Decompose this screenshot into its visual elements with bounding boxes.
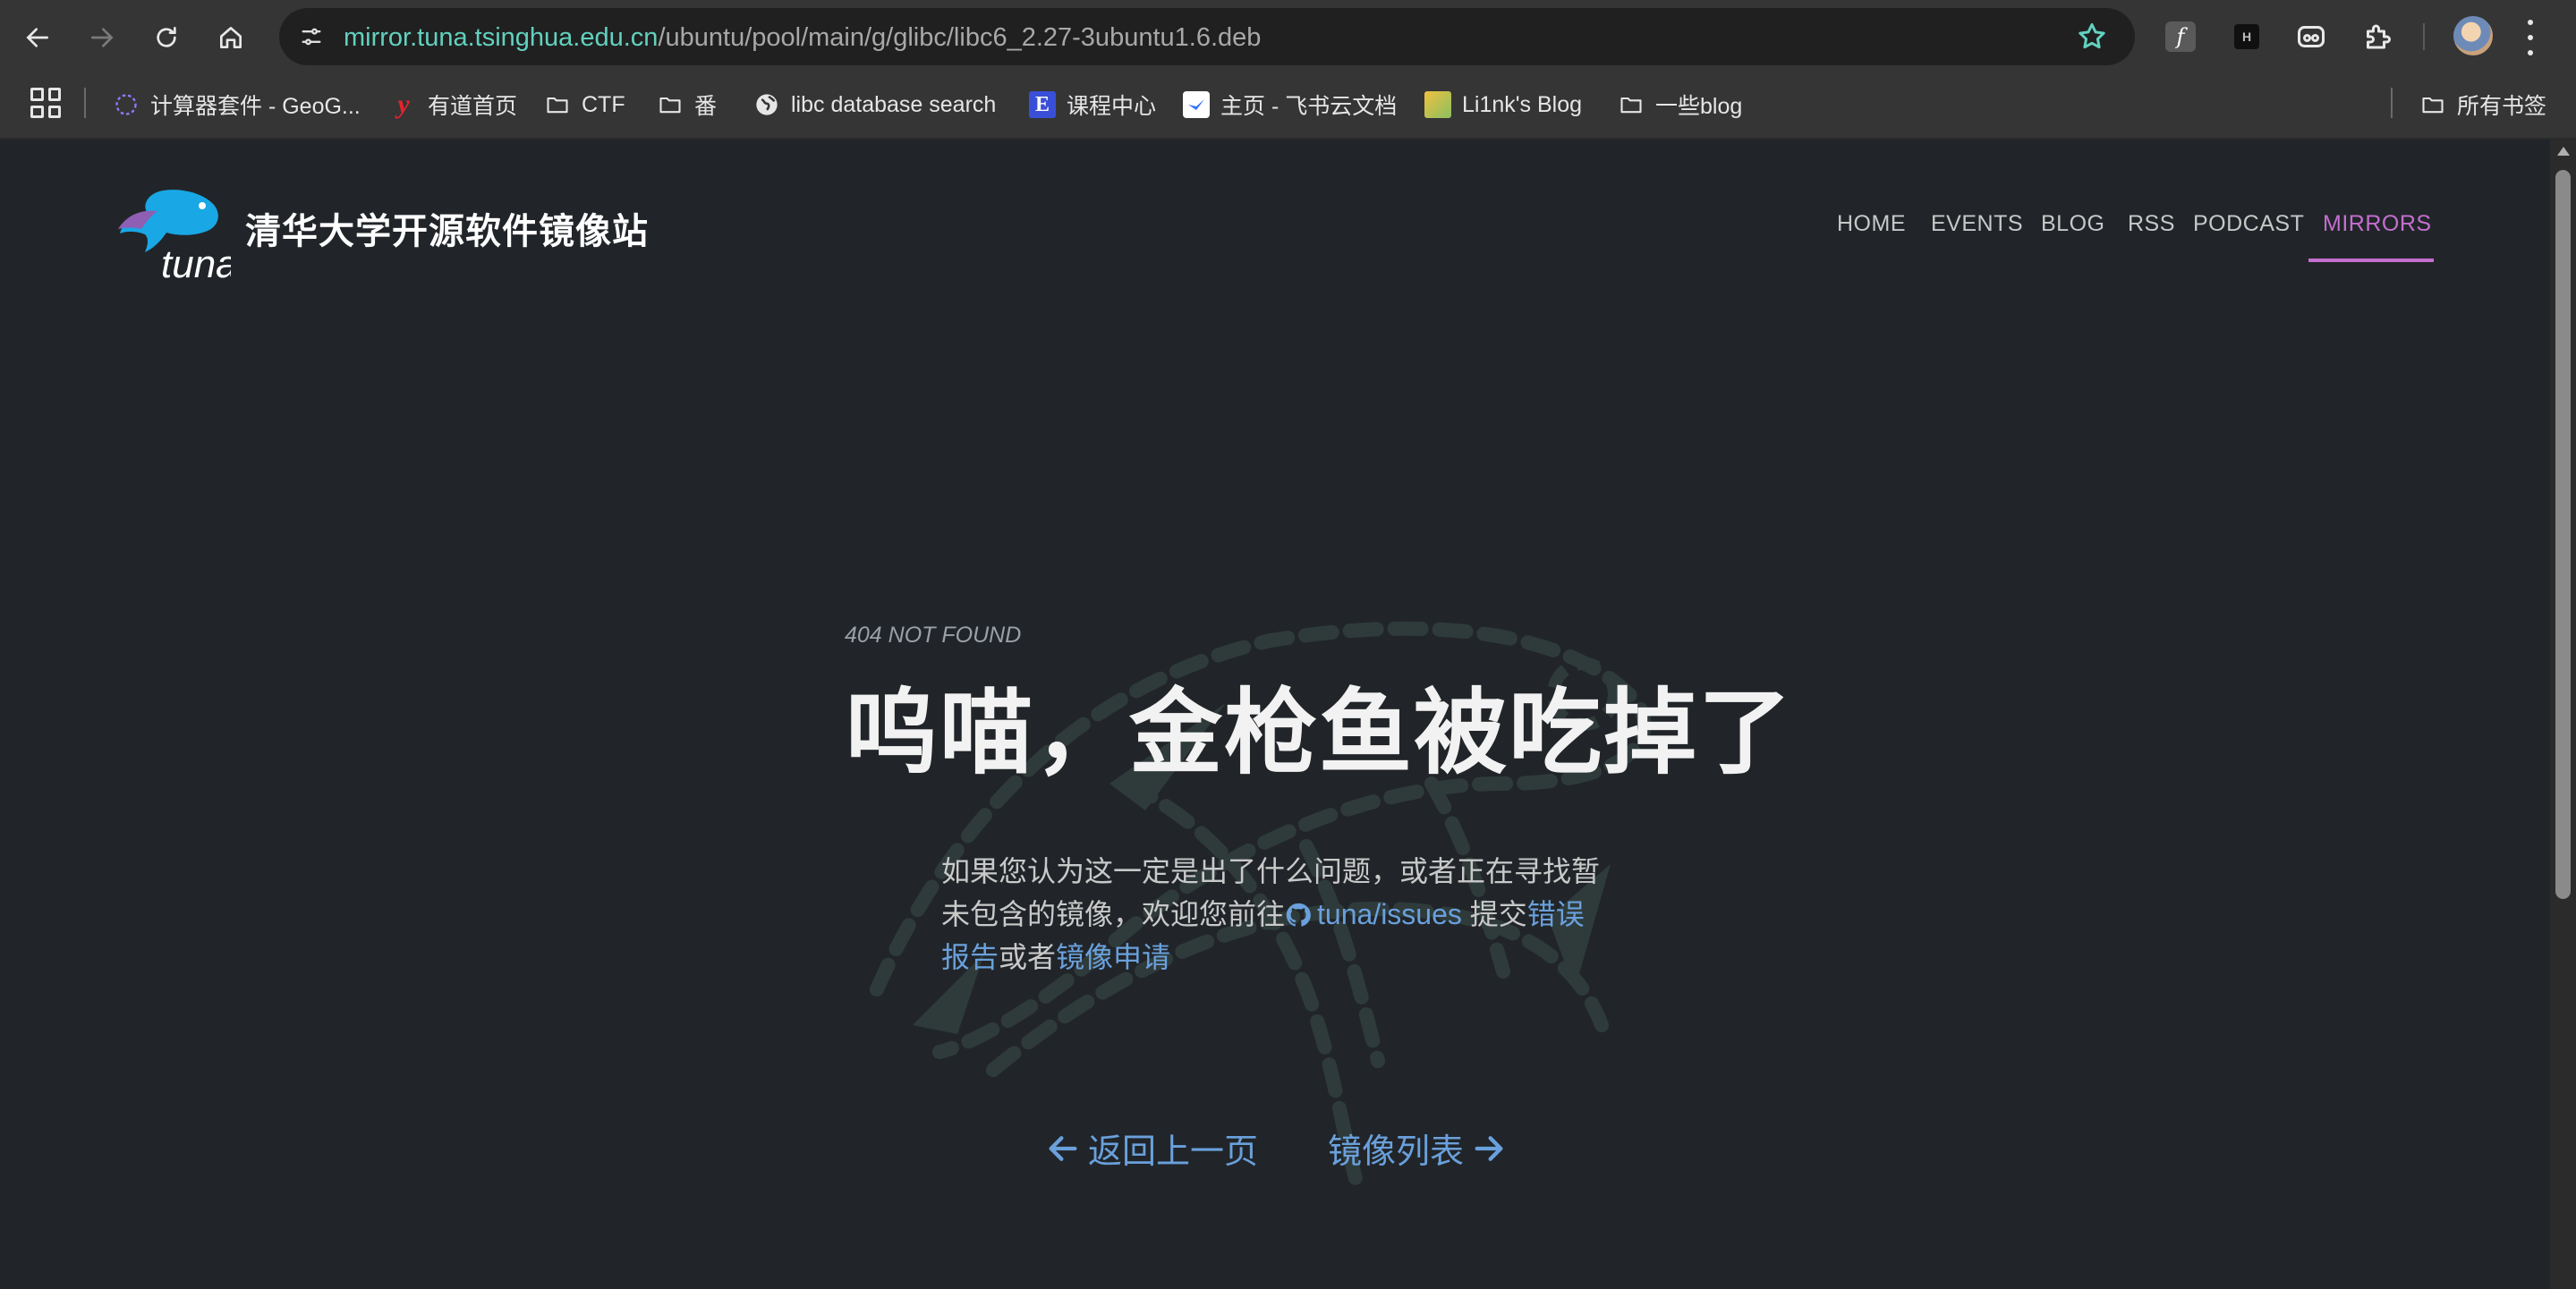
error-headline: 呜喵，金枪鱼被吃掉了: [845, 682, 1794, 785]
browser-toolbar: mirror.tuna.tsinghua.edu.cn/ubuntu/pool/…: [0, 0, 2576, 73]
mirror-request-link[interactable]: 镜像申请: [1056, 941, 1170, 973]
scroll-up-arrow-icon[interactable]: [2557, 147, 2570, 156]
bookmark-fan[interactable]: 番: [657, 88, 717, 122]
nav-events[interactable]: EVENTS: [1931, 211, 2023, 237]
formula-extension-icon[interactable]: f: [2165, 21, 2196, 52]
issues-link[interactable]: tuna/issues: [1285, 898, 1462, 930]
nav-rss[interactable]: RSS: [2128, 211, 2175, 237]
github-icon: [1286, 903, 1311, 927]
page-content: tuna 清华大学开源软件镜像站 HOME EVENTS BLOG RSS PO…: [0, 140, 2550, 1289]
folder-icon: [657, 91, 684, 118]
url-text: mirror.tuna.tsinghua.edu.cn/ubuntu/pool/…: [344, 23, 1262, 52]
nav-home[interactable]: HOME: [1837, 211, 1906, 237]
bookmark-ctf[interactable]: CTF: [544, 88, 625, 122]
reader-extension-icon[interactable]: [2292, 18, 2330, 55]
back-icon[interactable]: [16, 16, 59, 59]
bookmarks-divider: [84, 88, 86, 118]
arrow-right-icon: [1475, 1135, 1503, 1161]
blog-icon: [1424, 91, 1451, 118]
home-icon[interactable]: [209, 16, 252, 59]
feishu-icon: [1183, 91, 1210, 118]
error-code-label: 404 NOT FOUND: [845, 623, 1022, 648]
bookmarks-divider-right: [2391, 88, 2393, 118]
course-icon: E: [1029, 91, 1056, 118]
menu-kebab-icon[interactable]: [2525, 20, 2536, 55]
geogebra-icon: [113, 91, 140, 118]
site-info-icon[interactable]: [293, 19, 329, 55]
bookmark-youdao[interactable]: y 有道首页: [390, 88, 517, 122]
bookmark-course-center[interactable]: E 课程中心: [1029, 88, 1156, 122]
bookmark-li1nk-blog[interactable]: Li1nk's Blog: [1424, 88, 1582, 122]
all-bookmarks[interactable]: 所有书签: [2419, 88, 2546, 122]
h-extension-icon[interactable]: H: [2234, 24, 2259, 49]
profile-avatar[interactable]: [2453, 16, 2493, 55]
bookmark-libc-database[interactable]: libc database search: [753, 88, 996, 122]
page-scrollbar[interactable]: [2550, 140, 2576, 1289]
youdao-icon: y: [397, 89, 410, 119]
toolbar-divider: [2423, 23, 2425, 50]
extensions-puzzle-icon[interactable]: [2359, 18, 2396, 55]
bookmark-geogebra[interactable]: 计算器套件 - GeoG...: [113, 88, 361, 122]
bookmark-feishu[interactable]: 主页 - 飞书云文档: [1183, 88, 1397, 122]
scrollbar-thumb[interactable]: [2555, 170, 2571, 899]
site-title[interactable]: 清华大学开源软件镜像站: [245, 202, 649, 254]
forward-icon[interactable]: [81, 16, 123, 59]
nav-blog[interactable]: BLOG: [2041, 211, 2104, 237]
nav-podcast[interactable]: PODCAST: [2193, 211, 2304, 237]
tuna-logo[interactable]: tuna: [115, 184, 231, 283]
svg-text:tuna: tuna: [161, 242, 231, 283]
folder-icon: [544, 91, 571, 118]
active-nav-indicator: [2308, 259, 2434, 262]
nav-mirrors[interactable]: MIRRORS: [2323, 211, 2432, 237]
error-description: 如果您认为这一定是出了什么问题，或者正在寻找暂未包含的镜像，欢迎您前往 tuna/…: [941, 855, 1601, 973]
reload-icon[interactable]: [145, 16, 188, 59]
globe-icon: [753, 91, 780, 118]
apps-grid-icon[interactable]: [30, 88, 61, 118]
address-bar[interactable]: mirror.tuna.tsinghua.edu.cn/ubuntu/pool/…: [279, 8, 2135, 65]
arrow-left-icon: [1049, 1135, 1077, 1161]
bookmark-star-icon[interactable]: [2076, 21, 2108, 53]
fish-skeleton-watermark: [870, 621, 1652, 1202]
mirror-list-button[interactable]: 镜像列表: [1328, 1124, 1507, 1173]
back-button[interactable]: 返回上一页: [1045, 1124, 1258, 1173]
folder-icon: [1618, 91, 1645, 118]
bookmark-some-blogs[interactable]: 一些blog: [1618, 88, 1742, 122]
folder-icon: [2419, 91, 2446, 118]
